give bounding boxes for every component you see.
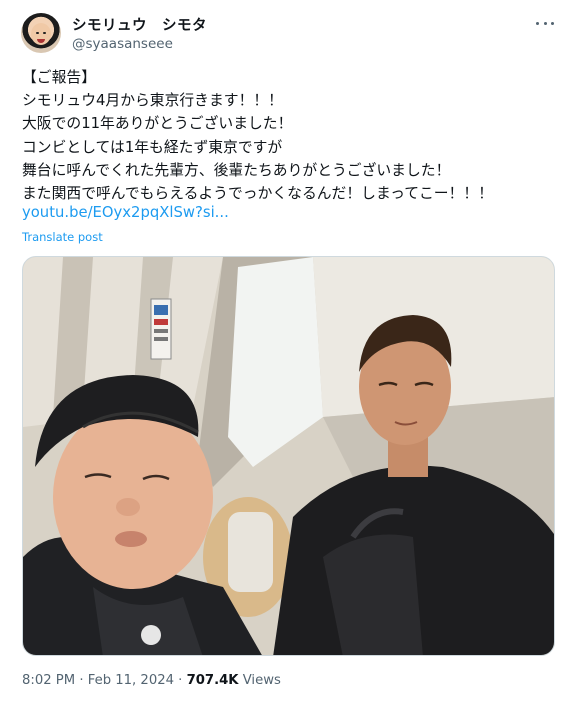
photo-illustration bbox=[23, 257, 554, 655]
author-display-name[interactable]: シモリュウ シモタ bbox=[72, 14, 207, 35]
post-text: 【ご報告】 シモリュウ4月から東京行きます！！！ 大阪での11年ありがとうござい… bbox=[22, 66, 552, 205]
more-dot bbox=[536, 21, 539, 25]
post-line: 舞台に呼んでくれた先輩方、後輩たちありがとうございました！ bbox=[22, 161, 451, 179]
more-dot bbox=[551, 21, 554, 25]
meta-separator: · bbox=[173, 673, 187, 688]
tweet: シモリュウ シモタ @syaasanseee 【ご報告】 シモリュウ4月から東京… bbox=[0, 0, 566, 702]
post-link[interactable]: youtu.be/EOyx2pqXlSw?si... bbox=[22, 204, 229, 221]
post-line: 【ご報告】 bbox=[22, 69, 96, 86]
post-photo[interactable] bbox=[22, 256, 555, 656]
avatar-eye-left bbox=[36, 32, 39, 34]
post-meta: 8:02 PM · Feb 11, 2024 · 707.4K Views bbox=[22, 673, 281, 688]
post-line: シモリュウ4月から東京行きます！！！ bbox=[22, 92, 283, 110]
post-line: コンビとしては1年も経たず東京ですが bbox=[22, 138, 283, 156]
more-dot bbox=[543, 21, 547, 25]
more-horizontal-icon[interactable] bbox=[536, 14, 554, 32]
post-time[interactable]: 8:02 PM bbox=[22, 673, 75, 688]
avatar[interactable] bbox=[21, 13, 61, 53]
post-line: 大阪での11年ありがとうございました！ bbox=[22, 115, 293, 133]
post-line: また関西で呼んでもらえるようでっかくなるんだ！しまってこー！！！ bbox=[22, 184, 493, 202]
meta-separator: · bbox=[75, 673, 88, 688]
views-count[interactable]: 707.4K bbox=[187, 673, 239, 688]
post-date[interactable]: Feb 11, 2024 bbox=[88, 673, 174, 688]
views-label: Views bbox=[238, 673, 281, 688]
author-handle[interactable]: @syaasanseee bbox=[72, 36, 173, 52]
translate-post-link[interactable]: Translate post bbox=[22, 230, 103, 244]
avatar-eye-right bbox=[43, 32, 46, 34]
